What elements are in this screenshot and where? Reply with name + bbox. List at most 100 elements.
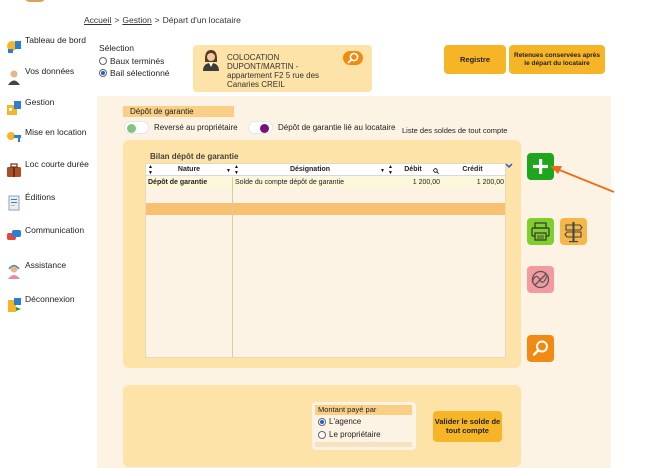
cancel-sign-button[interactable] [527,266,554,293]
montant-paye-group: Montant payé par L'agence Le propriétair… [312,402,416,450]
radio-label: L'agence [329,417,362,426]
montant-footer-bar [315,442,412,447]
sidebar-item-mise-en-location[interactable]: Mise en location [4,127,94,149]
registre-button[interactable]: Registre [444,45,506,74]
breadcrumb-separator: > [154,15,160,25]
breadcrumb: Accueil > Gestion > Départ d'un locataire [84,15,241,25]
sidebar: Tableau de bord Vos données Gestion Mise… [0,0,96,468]
sidebar-item-communication[interactable]: Communication [4,225,94,247]
toggle-label: Reversé au propriétaire [154,122,238,132]
toggle-lie-locataire[interactable]: Dépôt de garantie lié au locataire [248,120,395,134]
logout-icon [8,298,21,312]
signpost-icon [564,222,583,243]
table-header: ▲ ▼ Nature ▼ ▲ ▼ Désignation ▼ ▲ ▼ Débit Cr… [146,164,505,176]
toggle-reverse-proprietaire[interactable]: Reversé au propriétaire [124,120,238,134]
sidebar-item-label: Communication [25,225,85,235]
table-footer-row [146,203,505,215]
radio-label: Baux terminés [110,56,165,66]
cell-debit: 1 200,00 [412,179,440,186]
filter-icon[interactable]: ▼ [380,168,385,174]
sidebar-item-assistance[interactable]: Assistance [4,260,94,282]
user-icon [8,70,20,85]
column-header-nature[interactable]: Nature [146,164,232,176]
radio-button-checked[interactable] [318,417,326,426]
key-icon [7,132,21,142]
sidebar-item-label: Gestion [25,97,55,107]
location-line: appartement F2 5 rue des [227,71,320,80]
cell-designation: Solde du compte dépôt de garantie [235,179,344,186]
sidebar-item-label: Déconnexion [25,294,75,304]
column-header-credit[interactable]: Crédit [440,164,505,176]
search-icon[interactable] [433,168,439,174]
filter-icon[interactable]: ▼ [226,168,231,174]
chat-icon [7,230,21,240]
selection-title: Sélection [99,43,134,53]
search-icon [347,52,359,64]
sidebar-item-label: Éditions [25,192,56,202]
cell-nature: Dépôt de garantie [148,179,208,186]
sidebar-item-label: Tableau de bord [25,35,86,45]
radio-baux-termines[interactable]: Baux terminés [99,55,170,67]
column-header-debit[interactable]: Débit [388,164,438,176]
radio-agence[interactable]: L'agence [318,417,361,426]
liste-soldes-link[interactable]: Liste des soldes de tout compte [402,126,507,135]
table-row[interactable]: Dépôt de garantie Solde du compte dépôt … [146,177,505,188]
radio-bail-selectionne[interactable]: Bail sélectionné [99,67,170,79]
sidebar-item-gestion[interactable]: Gestion [4,97,94,119]
toggle-knob [127,123,136,133]
column-divider [232,177,233,357]
dashboard-icon [7,41,21,53]
chevron-down-icon[interactable] [505,163,513,169]
radio-proprietaire[interactable]: Le propriétaire [318,430,381,439]
location-line: Canaries CREIL [227,80,285,89]
location-search-button[interactable] [343,51,363,65]
sidebar-item-loc-courte-duree[interactable]: Loc courte durée [4,159,94,181]
bilan-table: ▲ ▼ Nature ▼ ▲ ▼ Désignation ▼ ▲ ▼ Débit Cr… [145,163,506,358]
breadcrumb-separator: > [114,15,120,25]
sidebar-item-tableau-de-bord[interactable]: Tableau de bord [4,35,94,57]
sidebar-item-editions[interactable]: Éditions [4,192,94,214]
sidebar-item-label: Loc courte durée [25,159,89,169]
toggle-knob [260,123,269,133]
radio-label: Le propriétaire [329,430,381,439]
sidebar-item-deconnexion[interactable]: Déconnexion [4,294,94,316]
toggle-switch[interactable] [124,120,149,134]
gestion-icon [7,101,21,115]
selection-group: Sélection Baux terminés Bail sélectionné [99,43,170,79]
column-header-designation[interactable]: Désignation [232,164,388,176]
location-description: COLOCATION DUPONT/MARTIN - appartement F… [227,53,327,89]
toggle-switch[interactable] [248,120,273,134]
bilan-title: Bilan dépôt de garantie [150,152,239,161]
search-icon [532,340,548,356]
suitcase-icon [7,163,21,177]
cell-credit: 1 200,00 [476,179,504,186]
tenant-avatar-icon [203,50,219,71]
toggle-label: Dépôt de garantie lié au locataire [278,122,396,132]
sidebar-item-label: Mise en location [25,127,87,137]
radio-button-checked[interactable] [99,69,107,77]
sidebar-item-vos-donnees[interactable]: Vos données [4,66,94,88]
location-card: COLOCATION DUPONT/MARTIN - appartement F… [193,45,372,92]
radio-button[interactable] [318,430,326,439]
sidebar-item-label: Assistance [25,260,67,270]
search-button[interactable] [527,335,554,362]
print-button[interactable] [527,218,554,245]
breadcrumb-current: Départ d'un locataire [162,15,241,25]
location-line: DUPONT/MARTIN - [227,62,299,71]
annotation-arrow-icon [550,166,615,193]
depot-section-label: Dépôt de garantie [123,106,234,117]
document-icon [8,195,20,211]
signpost-button[interactable] [560,218,587,245]
printer-icon [531,222,550,241]
radio-label: Bail sélectionné [110,68,170,78]
montant-title: Montant payé par [315,405,412,415]
valider-solde-button[interactable]: Valider le solde de tout compte [433,411,502,442]
table-row-empty [146,189,505,202]
retenues-button[interactable]: Retenues conservées après le départ du l… [509,45,605,74]
cancel-signature-icon [531,270,550,289]
breadcrumb-gestion-link[interactable]: Gestion [122,15,151,25]
app-root: Accueil > Gestion > Départ d'un locataire Ta… [0,0,670,468]
radio-button[interactable] [99,57,107,65]
support-icon [8,264,20,279]
location-line: COLOCATION [227,53,280,62]
